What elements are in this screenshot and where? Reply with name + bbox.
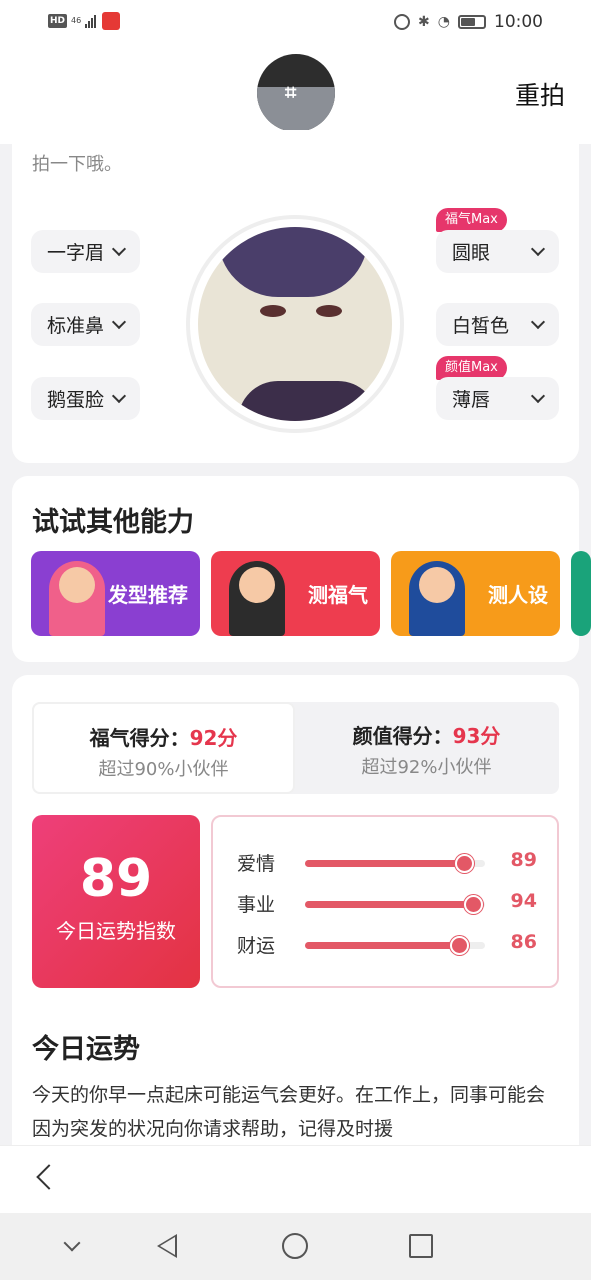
network-type: 46 bbox=[71, 16, 82, 25]
score-sub: 超过92%小伙伴 bbox=[361, 757, 492, 778]
fortune-metrics: 爱情 89 事业 94 财运 86 bbox=[211, 815, 559, 988]
diamond-icon bbox=[449, 936, 469, 955]
other-abilities-card: 试试其他能力 发型推荐 测福气 测人设 bbox=[12, 476, 591, 662]
header: ⌗ 重拍 bbox=[0, 44, 591, 144]
fortune-card: 福气得分：92分 超过90%小伙伴 颜值得分：93分 超过92%小伙伴 89 今… bbox=[12, 675, 579, 1155]
chevron-down-icon bbox=[111, 241, 127, 256]
feature-label: 圆眼 bbox=[452, 242, 491, 264]
metric-label: 财运 bbox=[237, 935, 276, 957]
fortune-index-box: 89 今日运势指数 bbox=[32, 815, 200, 988]
photo-thumbnail[interactable]: ⌗ bbox=[257, 54, 335, 132]
ability-label: 发型推荐 bbox=[108, 583, 188, 607]
fortune-title: 今日运势 bbox=[32, 1034, 140, 1065]
ability-label: 测福气 bbox=[308, 583, 368, 607]
chevron-down-icon bbox=[530, 388, 546, 403]
status-left: HD 46 bbox=[48, 12, 121, 30]
chevron-down-icon bbox=[530, 241, 546, 256]
system-nav-bar bbox=[0, 1213, 591, 1280]
metric-value: 86 bbox=[510, 931, 537, 953]
hairstyle-illustration-icon bbox=[49, 561, 105, 636]
chevron-down-icon bbox=[530, 314, 546, 329]
back-arrow-icon[interactable] bbox=[36, 1164, 62, 1190]
status-bar: HD 46 ✱ ◔ 10:00 bbox=[0, 0, 591, 44]
score-value: 93分 bbox=[452, 724, 501, 748]
heart-icon bbox=[455, 854, 475, 873]
feature-label: 白皙色 bbox=[452, 315, 510, 337]
crop-icon: ⌗ bbox=[285, 80, 297, 104]
luck-illustration-icon bbox=[229, 561, 285, 636]
retake-button[interactable]: 重拍 bbox=[515, 76, 565, 112]
feature-label: 标准鼻 bbox=[47, 315, 105, 337]
status-right: ✱ ◔ 10:00 bbox=[394, 12, 543, 32]
briefcase-icon bbox=[464, 895, 484, 914]
mute-icon: ◔ bbox=[437, 14, 450, 30]
nav-back-icon[interactable] bbox=[157, 1234, 177, 1258]
tab-luck-score[interactable]: 福气得分：92分 超过90%小伙伴 bbox=[32, 702, 295, 794]
nav-home-icon[interactable] bbox=[282, 1233, 308, 1259]
bluetooth-icon: ✱ bbox=[418, 14, 430, 30]
ability-persona[interactable]: 测人设 bbox=[391, 551, 560, 636]
metric-value: 89 bbox=[510, 849, 537, 871]
nfc-icon bbox=[394, 14, 411, 30]
ability-luck[interactable]: 测福气 bbox=[211, 551, 380, 636]
metric-bar bbox=[305, 936, 485, 955]
face-features-card: 拍一下哦。 一字眉 标准鼻 鹅蛋脸 福气Max 圆眼 白皙色 颜值Max 薄唇 bbox=[12, 130, 579, 463]
score-sub: 超过90%小伙伴 bbox=[98, 759, 229, 780]
metric-label: 事业 bbox=[237, 894, 276, 916]
ability-next-peek[interactable] bbox=[571, 551, 591, 636]
chevron-down-icon bbox=[111, 388, 127, 403]
feature-label: 一字眉 bbox=[47, 242, 105, 264]
score-label: 颜值得分： bbox=[352, 724, 453, 748]
metric-bar bbox=[305, 895, 485, 914]
clock: 10:00 bbox=[494, 12, 543, 32]
feature-face-dropdown[interactable]: 鹅蛋脸 bbox=[31, 377, 141, 420]
fortune-text: 今天的你早一点起床可能运气会更好。在工作上，同事可能会因为突发的状况向你请求帮助… bbox=[32, 1084, 546, 1140]
feature-eyebrow-dropdown[interactable]: 一字眉 bbox=[31, 230, 141, 273]
ability-label: 测人设 bbox=[488, 583, 548, 607]
signal-icon bbox=[85, 14, 97, 28]
feature-label: 鹅蛋脸 bbox=[47, 389, 105, 411]
abilities-title: 试试其他能力 bbox=[32, 507, 194, 538]
score-tabs: 福气得分：92分 超过90%小伙伴 颜值得分：93分 超过92%小伙伴 bbox=[32, 702, 559, 794]
hint-text: 拍一下哦。 bbox=[32, 154, 122, 175]
score-value: 92分 bbox=[189, 726, 238, 750]
persona-illustration-icon bbox=[409, 561, 465, 636]
metric-love: 爱情 89 bbox=[237, 847, 537, 877]
metric-wealth: 财运 86 bbox=[237, 929, 537, 959]
ability-hairstyle[interactable]: 发型推荐 bbox=[31, 551, 200, 636]
tag-luck-max: 福气Max bbox=[436, 208, 507, 232]
nav-hide-icon[interactable] bbox=[63, 1234, 81, 1252]
chevron-down-icon bbox=[111, 314, 127, 329]
metric-label: 爱情 bbox=[237, 853, 276, 875]
feature-eyes-dropdown[interactable]: 圆眼 bbox=[436, 230, 559, 273]
feature-lips-dropdown[interactable]: 薄唇 bbox=[436, 377, 559, 420]
bottom-back-bar bbox=[0, 1145, 591, 1213]
feature-skin-dropdown[interactable]: 白皙色 bbox=[436, 303, 559, 346]
app-notification-icon bbox=[102, 12, 121, 30]
battery-icon bbox=[458, 15, 486, 29]
score-label: 福气得分： bbox=[89, 726, 190, 750]
nav-recents-icon[interactable] bbox=[409, 1234, 433, 1258]
feature-nose-dropdown[interactable]: 标准鼻 bbox=[31, 303, 141, 346]
metric-career: 事业 94 bbox=[237, 888, 537, 918]
tab-looks-score[interactable]: 颜值得分：93分 超过92%小伙伴 bbox=[295, 702, 558, 794]
metric-value: 94 bbox=[510, 890, 537, 912]
feature-label: 薄唇 bbox=[452, 389, 491, 411]
hd-badge: HD bbox=[48, 14, 68, 28]
fortune-index-value: 89 bbox=[79, 849, 153, 909]
fortune-index-label: 今日运势指数 bbox=[56, 919, 176, 943]
face-photo bbox=[186, 215, 404, 433]
metric-bar bbox=[305, 854, 485, 873]
